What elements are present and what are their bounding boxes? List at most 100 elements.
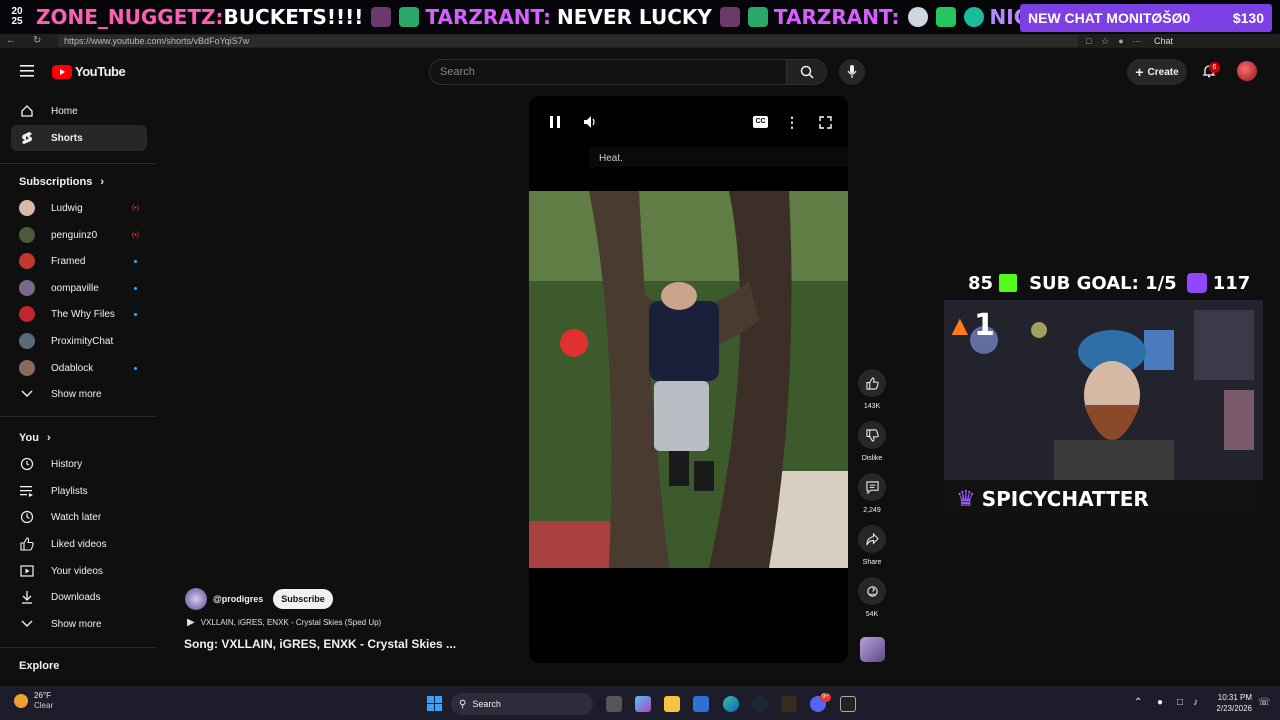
edge-browser-icon[interactable] (723, 696, 739, 712)
store-icon[interactable] (693, 696, 709, 712)
playlists-icon (19, 483, 35, 499)
network-icon[interactable]: □ (1177, 697, 1183, 708)
task-view-icon[interactable] (606, 696, 622, 712)
you-heading[interactable]: You › (19, 432, 51, 444)
channel-handle[interactable]: @prodigres (213, 594, 263, 604)
favorite-icon[interactable]: ☆ (1100, 36, 1110, 46)
video-title[interactable]: Song: VXLLAIN, iGRES, ENXK - Crystal Ski… (184, 637, 456, 651)
video-frame[interactable] (529, 191, 848, 568)
flame-icon: ▲ (946, 310, 974, 341)
notifications-tray-icon[interactable]: ☏ (1258, 697, 1271, 708)
fullscreen-icon[interactable] (817, 114, 833, 130)
weather-widget[interactable]: 26°F Clear (14, 691, 53, 711)
search-input[interactable]: Search (429, 59, 787, 85)
sidebar-show-more-you[interactable]: Show more (11, 611, 147, 637)
app-rl-icon[interactable] (781, 696, 797, 712)
sidebar-item-your-videos[interactable]: Your videos (11, 558, 147, 584)
captions-button[interactable]: CC (753, 116, 768, 128)
sidebar-item-ludwig[interactable]: Ludwig (•) (11, 195, 147, 221)
sidebar-item-proximitychat[interactable]: ProximityChat (11, 328, 147, 354)
left-count: 85 (968, 272, 994, 294)
file-explorer-icon[interactable] (664, 696, 680, 712)
new-content-dot (134, 259, 137, 263)
volume-icon (584, 116, 595, 128)
weather-condition: Clear (34, 701, 54, 710)
sidebar-item-history[interactable]: History (11, 451, 147, 477)
like-button[interactable] (858, 369, 886, 397)
sidebar-item-framed[interactable]: Framed (11, 248, 147, 274)
address-bar[interactable]: https://www.youtube.com/shorts/vBdFoYqiS… (58, 35, 1078, 47)
dislike-action[interactable]: Dislike (858, 421, 886, 462)
share-icon (865, 532, 879, 545)
speaker-icon[interactable]: ♪ (1193, 697, 1198, 708)
comments-button[interactable] (858, 473, 886, 501)
steam-icon[interactable] (752, 696, 768, 712)
chat-monitor-label: NEW CHAT MONITØŠØ0 (1028, 10, 1191, 26)
create-button[interactable]: + Create (1127, 59, 1187, 85)
share-action[interactable]: Share (858, 525, 886, 566)
crown-icon: ♛ (956, 486, 976, 512)
sidebar-item-watch-later[interactable]: Watch later (11, 504, 147, 530)
weather-temp: 26°F (34, 691, 51, 700)
pause-button[interactable] (547, 114, 563, 130)
voice-search-button[interactable] (839, 59, 865, 85)
subscribe-button[interactable]: Subscribe (273, 589, 333, 609)
volume-button[interactable] (583, 114, 599, 130)
youtube-logo[interactable]: YouTube (52, 64, 126, 79)
search-button[interactable] (787, 59, 827, 85)
taskbar-search[interactable]: ⚲ Search (451, 693, 593, 715)
share-button[interactable] (858, 525, 886, 553)
windows-logo-icon (435, 696, 442, 703)
account-avatar[interactable] (1237, 61, 1257, 81)
capcut-icon[interactable] (840, 696, 856, 712)
sound-thumbnail[interactable] (860, 637, 885, 662)
remix-action[interactable]: 54K (858, 577, 886, 618)
more-options-icon[interactable]: ⋮ (785, 114, 799, 130)
sidebar-item-shorts[interactable]: Shorts (11, 125, 147, 151)
sidebar-item-odablock[interactable]: Odablock (11, 355, 147, 381)
avatar (19, 227, 35, 243)
comment-icon (865, 480, 879, 494)
sidebar-item-label: ProximityChat (51, 335, 114, 347)
sidebar-item-home[interactable]: Home (11, 98, 147, 124)
sidebar-item-oompaville[interactable]: oompaville (11, 275, 147, 301)
back-icon[interactable]: ← (6, 35, 16, 46)
comments-action[interactable]: 2,249 (858, 473, 886, 514)
profile-icon[interactable]: ● (1116, 36, 1126, 46)
channel-avatar[interactable] (185, 588, 207, 610)
sound-info[interactable]: ▶ VXLLAIN, iGRES, ENXK - Crystal Skies (… (187, 617, 381, 628)
dislike-button[interactable] (858, 421, 886, 449)
tray-chevron-icon[interactable]: ⌃ (1134, 697, 1142, 708)
sidebar-item-downloads[interactable]: Downloads (11, 584, 147, 610)
sidebar-item-label: Show more (51, 388, 102, 400)
channel-row: @prodigres Subscribe (185, 588, 333, 610)
clock[interactable]: 10:31 PM 2/23/2026 (1212, 692, 1252, 714)
reload-icon[interactable]: ↻ (33, 35, 41, 46)
sidebar-item-playlists[interactable]: Playlists (11, 478, 147, 504)
microphone-tray-icon[interactable]: ● (1157, 697, 1163, 708)
extensions-icon[interactable]: □ (1084, 36, 1094, 46)
chatter-name: SPICYCHATTER (981, 487, 1149, 511)
sidebar-item-penguinz0[interactable]: penguinz0 (•) (11, 222, 147, 248)
sidebar-item-the-why-files[interactable]: The Why Files (11, 301, 147, 327)
start-button[interactable] (427, 696, 442, 711)
menu-icon[interactable]: ⋯ (1132, 36, 1142, 46)
sidebar-show-more-subscriptions[interactable]: Show more (11, 381, 147, 407)
create-label: Create (1147, 66, 1179, 78)
streak-count: 1 (974, 308, 995, 343)
chat-button[interactable]: Chat (1154, 36, 1173, 46)
remix-button[interactable] (858, 577, 886, 605)
like-action[interactable]: 143K (858, 369, 886, 410)
subscriptions-heading[interactable]: Subscriptions › (19, 176, 104, 188)
dislike-label: Dislike (861, 455, 883, 462)
caption-text: Heat. (599, 153, 623, 164)
remix-count: 54K (865, 611, 879, 618)
time-label: 10:31 PM (1217, 693, 1252, 702)
sound-title: VXLLAIN, iGRES, ENXK - Crystal Skies (Sp… (200, 618, 382, 627)
your-videos-icon (19, 563, 35, 579)
discord-badge: 9+ (820, 693, 831, 702)
chevron-right-icon: › (46, 432, 51, 444)
sidebar-item-liked-videos[interactable]: Liked videos (11, 531, 147, 557)
hamburger-menu-icon[interactable] (19, 63, 35, 79)
copilot-icon[interactable] (635, 696, 651, 712)
